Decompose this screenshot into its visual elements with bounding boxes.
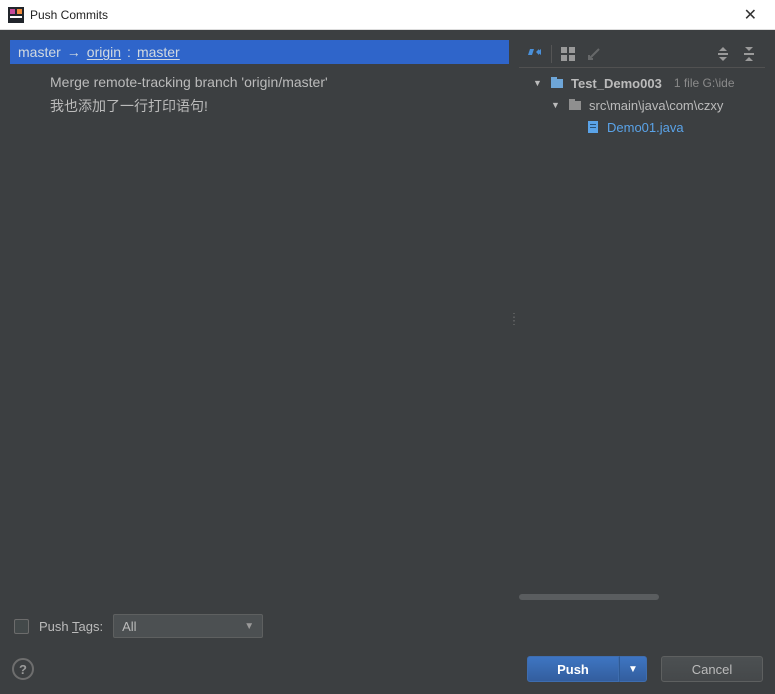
window-title: Push Commits <box>30 8 108 22</box>
close-icon[interactable]: ✕ <box>738 5 763 25</box>
file-tree[interactable]: ▼ Test_Demo003 1 file G:\ide ▼ src\main\… <box>519 68 765 594</box>
branch-mapping[interactable]: master → origin : master <box>10 40 509 64</box>
chevron-down-icon: ▼ <box>244 621 254 632</box>
java-file-icon <box>585 120 601 134</box>
tree-root-meta: 1 file G:\ide <box>674 76 735 90</box>
tree-file-label[interactable]: Demo01.java <box>607 120 684 135</box>
push-tags-selected: All <box>122 619 136 634</box>
commit-item[interactable]: 我也添加了一行打印语句! <box>44 94 509 118</box>
diff-icon[interactable] <box>523 43 547 65</box>
dialog-footer: ? Push ▼ Cancel <box>10 640 765 684</box>
commit-item[interactable]: Merge remote-tracking branch 'origin/mas… <box>44 70 509 94</box>
scrollbar-thumb[interactable] <box>519 594 659 600</box>
cancel-button[interactable]: Cancel <box>661 656 763 682</box>
tree-root-label: Test_Demo003 <box>571 76 662 91</box>
chevron-down-icon[interactable]: ▼ <box>533 78 543 88</box>
remote-name[interactable]: origin <box>87 44 121 60</box>
local-branch: master <box>18 44 61 60</box>
push-dropdown-button[interactable]: ▼ <box>619 656 647 682</box>
titlebar: Push Commits ✕ <box>0 0 775 30</box>
remote-branch[interactable]: master <box>137 44 180 60</box>
folder-icon <box>567 98 583 112</box>
grip-icon: ⋮⋮ <box>509 316 519 324</box>
files-panel: ▼ Test_Demo003 1 file G:\ide ▼ src\main\… <box>519 40 765 600</box>
tree-root[interactable]: ▼ Test_Demo003 1 file G:\ide <box>519 72 765 94</box>
push-tags-label[interactable]: Push Tags: <box>39 619 103 634</box>
push-button-group: Push ▼ <box>527 656 647 682</box>
toolbar-separator <box>551 45 552 63</box>
help-icon[interactable]: ? <box>12 658 34 680</box>
files-toolbar <box>519 40 765 68</box>
push-tags-select[interactable]: All ▼ <box>113 614 263 638</box>
titlebar-left: Push Commits <box>8 7 108 23</box>
module-icon <box>549 76 565 90</box>
app-icon <box>8 7 24 23</box>
colon: : <box>127 44 131 60</box>
tree-folder[interactable]: ▼ src\main\java\com\czxy <box>519 94 765 116</box>
dialog-body: master → origin : master Merge remote-tr… <box>0 30 775 694</box>
revert-icon[interactable] <box>582 43 606 65</box>
group-icon[interactable] <box>556 43 580 65</box>
commit-list[interactable]: Merge remote-tracking branch 'origin/mas… <box>10 64 509 600</box>
commits-panel: master → origin : master Merge remote-tr… <box>10 40 509 600</box>
push-tags-row: Push Tags: All ▼ <box>10 600 765 640</box>
tree-file[interactable]: Demo01.java <box>519 116 765 138</box>
arrow-icon: → <box>67 44 81 60</box>
chevron-down-icon[interactable]: ▼ <box>551 100 561 110</box>
panel-splitter[interactable]: ⋮⋮ <box>509 40 519 600</box>
tree-folder-label: src\main\java\com\czxy <box>589 98 723 113</box>
main-row: master → origin : master Merge remote-tr… <box>10 40 765 600</box>
push-tags-checkbox[interactable] <box>14 619 29 634</box>
expand-all-icon[interactable] <box>711 43 735 65</box>
collapse-all-icon[interactable] <box>737 43 761 65</box>
push-button[interactable]: Push <box>527 656 619 682</box>
horizontal-scrollbar[interactable] <box>519 594 765 600</box>
